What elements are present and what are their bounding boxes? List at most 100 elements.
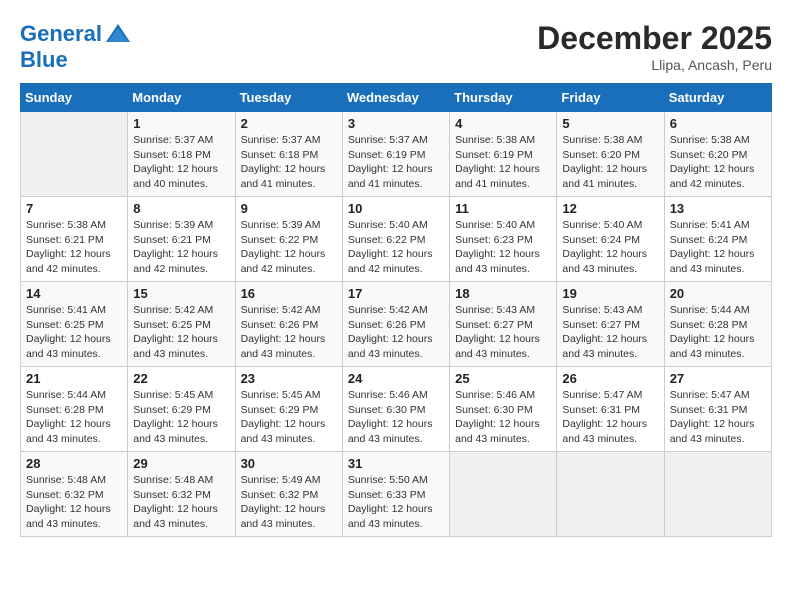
day-info: Sunrise: 5:48 AM Sunset: 6:32 PM Dayligh… [26, 473, 122, 532]
day-info: Sunrise: 5:39 AM Sunset: 6:21 PM Dayligh… [133, 218, 229, 277]
location: Llipa, Ancash, Peru [537, 57, 772, 73]
calendar-cell: 2 Sunrise: 5:37 AM Sunset: 6:18 PM Daylig… [235, 112, 342, 197]
day-info: Sunrise: 5:50 AM Sunset: 6:33 PM Dayligh… [348, 473, 444, 532]
calendar-cell: 11 Sunrise: 5:40 AM Sunset: 6:23 PM Dayli… [450, 197, 557, 282]
calendar-cell: 10 Sunrise: 5:40 AM Sunset: 6:22 PM Dayli… [342, 197, 449, 282]
day-number: 18 [455, 286, 551, 301]
logo: General Blue [20, 20, 132, 72]
day-number: 30 [241, 456, 337, 471]
calendar-cell: 6 Sunrise: 5:38 AM Sunset: 6:20 PM Daylig… [664, 112, 771, 197]
calendar-cell: 22Sunrise: 5:45 AM Sunset: 6:29 PM Dayli… [128, 367, 235, 452]
calendar-cell: 28 Sunrise: 5:48 AM Sunset: 6:32 PM Dayli… [21, 452, 128, 537]
day-number: 21 [26, 371, 122, 386]
calendar-cell: 20 Sunrise: 5:44 AM Sunset: 6:28 PM Dayli… [664, 282, 771, 367]
day-info: Sunrise: 5:46 AM Sunset: 6:30 PM Dayligh… [455, 388, 551, 447]
calendar-cell: 12 Sunrise: 5:40 AM Sunset: 6:24 PM Dayli… [557, 197, 664, 282]
weekday-sunday: Sunday [21, 84, 128, 112]
day-info: Sunrise: 5:47 AM Sunset: 6:31 PM Dayligh… [562, 388, 658, 447]
day-number: 10 [348, 201, 444, 216]
day-info: Sunrise: 5:45 AM Sunset: 6:29 PM Dayligh… [133, 388, 229, 447]
day-info: Sunrise: 5:43 AM Sunset: 6:27 PM Dayligh… [562, 303, 658, 362]
day-number: 31 [348, 456, 444, 471]
calendar-cell: 1Sunrise: 5:37 AM Sunset: 6:18 PM Daylig… [128, 112, 235, 197]
day-info: Sunrise: 5:44 AM Sunset: 6:28 PM Dayligh… [26, 388, 122, 447]
calendar-cell: 26 Sunrise: 5:47 AM Sunset: 6:31 PM Dayli… [557, 367, 664, 452]
calendar-cell [450, 452, 557, 537]
day-number: 2 [241, 116, 337, 131]
calendar-cell: 21 Sunrise: 5:44 AM Sunset: 6:28 PM Dayli… [21, 367, 128, 452]
day-number: 19 [562, 286, 658, 301]
day-number: 13 [670, 201, 766, 216]
day-info: Sunrise: 5:43 AM Sunset: 6:27 PM Dayligh… [455, 303, 551, 362]
day-info: Sunrise: 5:39 AM Sunset: 6:22 PM Dayligh… [241, 218, 337, 277]
calendar-cell [557, 452, 664, 537]
day-info: Sunrise: 5:42 AM Sunset: 6:25 PM Dayligh… [133, 303, 229, 362]
day-number: 23 [241, 371, 337, 386]
day-info: Sunrise: 5:40 AM Sunset: 6:24 PM Dayligh… [562, 218, 658, 277]
week-row-1: 1Sunrise: 5:37 AM Sunset: 6:18 PM Daylig… [21, 112, 772, 197]
day-number: 16 [241, 286, 337, 301]
day-info: Sunrise: 5:42 AM Sunset: 6:26 PM Dayligh… [348, 303, 444, 362]
day-info: Sunrise: 5:37 AM Sunset: 6:18 PM Dayligh… [133, 133, 229, 192]
day-number: 27 [670, 371, 766, 386]
day-number: 12 [562, 201, 658, 216]
day-info: Sunrise: 5:41 AM Sunset: 6:25 PM Dayligh… [26, 303, 122, 362]
calendar-cell [21, 112, 128, 197]
day-number: 26 [562, 371, 658, 386]
day-info: Sunrise: 5:40 AM Sunset: 6:22 PM Dayligh… [348, 218, 444, 277]
day-info: Sunrise: 5:47 AM Sunset: 6:31 PM Dayligh… [670, 388, 766, 447]
weekday-monday: Monday [128, 84, 235, 112]
page-header: General Blue December 2025 Llipa, Ancash… [20, 20, 772, 73]
weekday-thursday: Thursday [450, 84, 557, 112]
calendar-cell: 19 Sunrise: 5:43 AM Sunset: 6:27 PM Dayli… [557, 282, 664, 367]
day-info: Sunrise: 5:44 AM Sunset: 6:28 PM Dayligh… [670, 303, 766, 362]
calendar-table: SundayMondayTuesdayWednesdayThursdayFrid… [20, 83, 772, 537]
day-number: 7 [26, 201, 122, 216]
day-info: Sunrise: 5:38 AM Sunset: 6:20 PM Dayligh… [670, 133, 766, 192]
weekday-friday: Friday [557, 84, 664, 112]
day-number: 20 [670, 286, 766, 301]
day-number: 24 [348, 371, 444, 386]
weekday-tuesday: Tuesday [235, 84, 342, 112]
day-number: 17 [348, 286, 444, 301]
day-number: 4 [455, 116, 551, 131]
day-info: Sunrise: 5:45 AM Sunset: 6:29 PM Dayligh… [241, 388, 337, 447]
day-number: 5 [562, 116, 658, 131]
day-number: 14 [26, 286, 122, 301]
week-row-5: 28 Sunrise: 5:48 AM Sunset: 6:32 PM Dayli… [21, 452, 772, 537]
day-number: 6 [670, 116, 766, 131]
week-row-2: 7 Sunrise: 5:38 AM Sunset: 6:21 PM Daylig… [21, 197, 772, 282]
calendar-cell: 16Sunrise: 5:42 AM Sunset: 6:26 PM Dayli… [235, 282, 342, 367]
week-row-3: 14 Sunrise: 5:41 AM Sunset: 6:25 PM Dayli… [21, 282, 772, 367]
calendar-cell: 9 Sunrise: 5:39 AM Sunset: 6:22 PM Daylig… [235, 197, 342, 282]
day-info: Sunrise: 5:38 AM Sunset: 6:21 PM Dayligh… [26, 218, 122, 277]
day-number: 11 [455, 201, 551, 216]
weekday-saturday: Saturday [664, 84, 771, 112]
day-number: 9 [241, 201, 337, 216]
day-number: 15 [133, 286, 229, 301]
weekday-wednesday: Wednesday [342, 84, 449, 112]
calendar-cell: 27 Sunrise: 5:47 AM Sunset: 6:31 PM Dayli… [664, 367, 771, 452]
calendar-cell: 15 Sunrise: 5:42 AM Sunset: 6:25 PM Dayli… [128, 282, 235, 367]
calendar-cell: 23 Sunrise: 5:45 AM Sunset: 6:29 PM Dayli… [235, 367, 342, 452]
calendar-cell: 3 Sunrise: 5:37 AM Sunset: 6:19 PM Daylig… [342, 112, 449, 197]
day-info: Sunrise: 5:37 AM Sunset: 6:19 PM Dayligh… [348, 133, 444, 192]
day-number: 25 [455, 371, 551, 386]
day-info: Sunrise: 5:41 AM Sunset: 6:24 PM Dayligh… [670, 218, 766, 277]
calendar-cell [664, 452, 771, 537]
calendar-cell: 14 Sunrise: 5:41 AM Sunset: 6:25 PM Dayli… [21, 282, 128, 367]
calendar-cell: 31 Sunrise: 5:50 AM Sunset: 6:33 PM Dayli… [342, 452, 449, 537]
weekday-header-row: SundayMondayTuesdayWednesdayThursdayFrid… [21, 84, 772, 112]
logo-blue: Blue [20, 48, 132, 72]
day-info: Sunrise: 5:40 AM Sunset: 6:23 PM Dayligh… [455, 218, 551, 277]
day-info: Sunrise: 5:49 AM Sunset: 6:32 PM Dayligh… [241, 473, 337, 532]
day-number: 28 [26, 456, 122, 471]
day-info: Sunrise: 5:37 AM Sunset: 6:18 PM Dayligh… [241, 133, 337, 192]
logo-text: General [20, 22, 102, 46]
day-info: Sunrise: 5:38 AM Sunset: 6:20 PM Dayligh… [562, 133, 658, 192]
title-block: December 2025 Llipa, Ancash, Peru [537, 20, 772, 73]
day-number: 29 [133, 456, 229, 471]
calendar-cell: 29Sunrise: 5:48 AM Sunset: 6:32 PM Dayli… [128, 452, 235, 537]
logo-icon [104, 20, 132, 48]
day-number: 3 [348, 116, 444, 131]
